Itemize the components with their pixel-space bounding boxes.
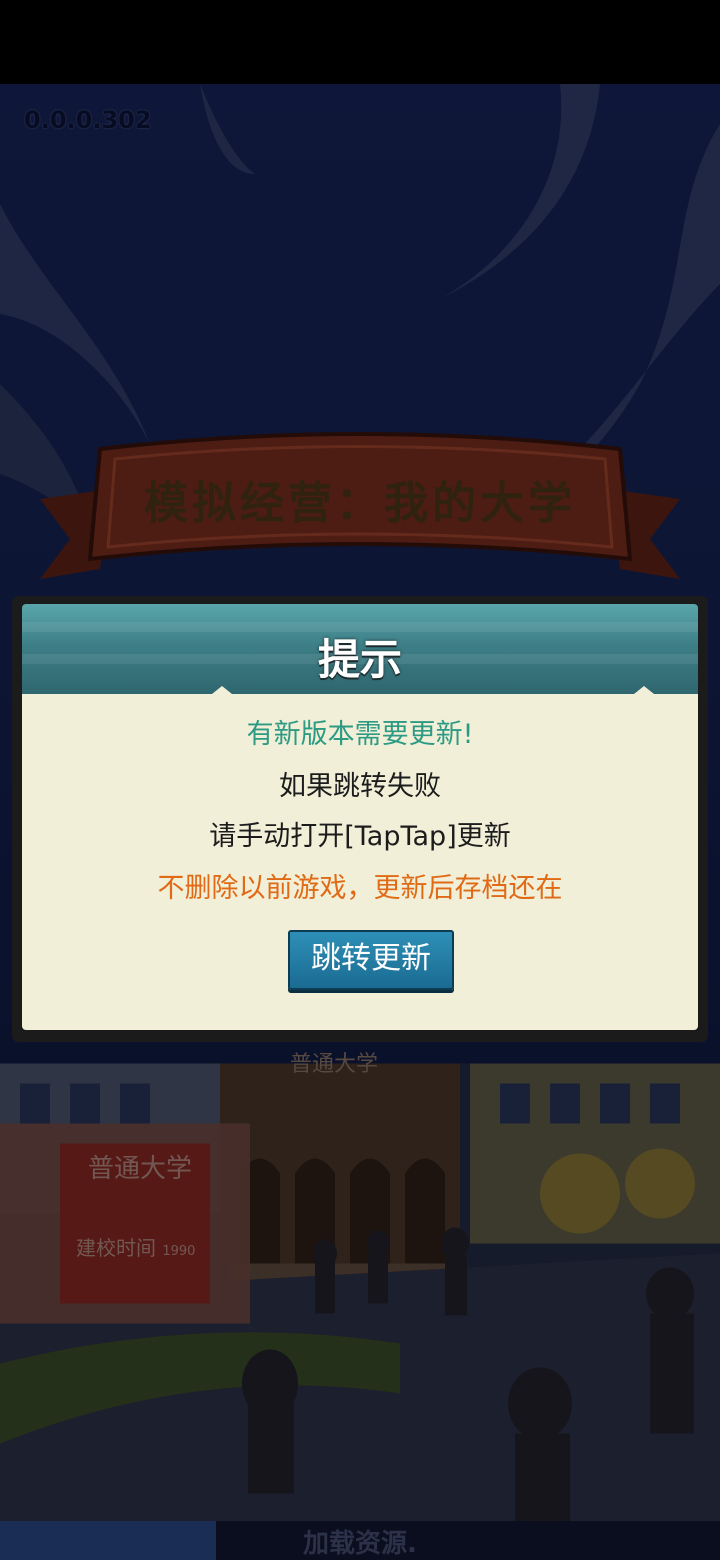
body-notch <box>634 686 654 694</box>
loading-text: 加载资源. <box>303 1529 417 1559</box>
update-dialog: 提示 有新版本需要更新! 如果跳转失败 请手动打开[TapTap]更新 不删除以… <box>12 596 708 1042</box>
manual-update-text: 请手动打开[TapTap]更新 <box>209 821 511 852</box>
dialog-header: 提示 <box>22 604 698 694</box>
save-kept-warning: 不删除以前游戏，更新后存档还在 <box>157 873 563 904</box>
status-bar-area <box>0 0 720 84</box>
loading-bar: 加载资源. <box>0 1521 720 1560</box>
redirect-fail-text: 如果跳转失败 <box>279 771 441 802</box>
update-notice: 有新版本需要更新! <box>246 719 474 750</box>
dialog-body: 有新版本需要更新! 如果跳转失败 请手动打开[TapTap]更新 不删除以前游戏… <box>22 686 698 1030</box>
body-notch <box>212 686 232 694</box>
dialog-title: 提示 <box>317 635 402 684</box>
jump-update-button[interactable]: 跳转更新 <box>288 930 454 990</box>
